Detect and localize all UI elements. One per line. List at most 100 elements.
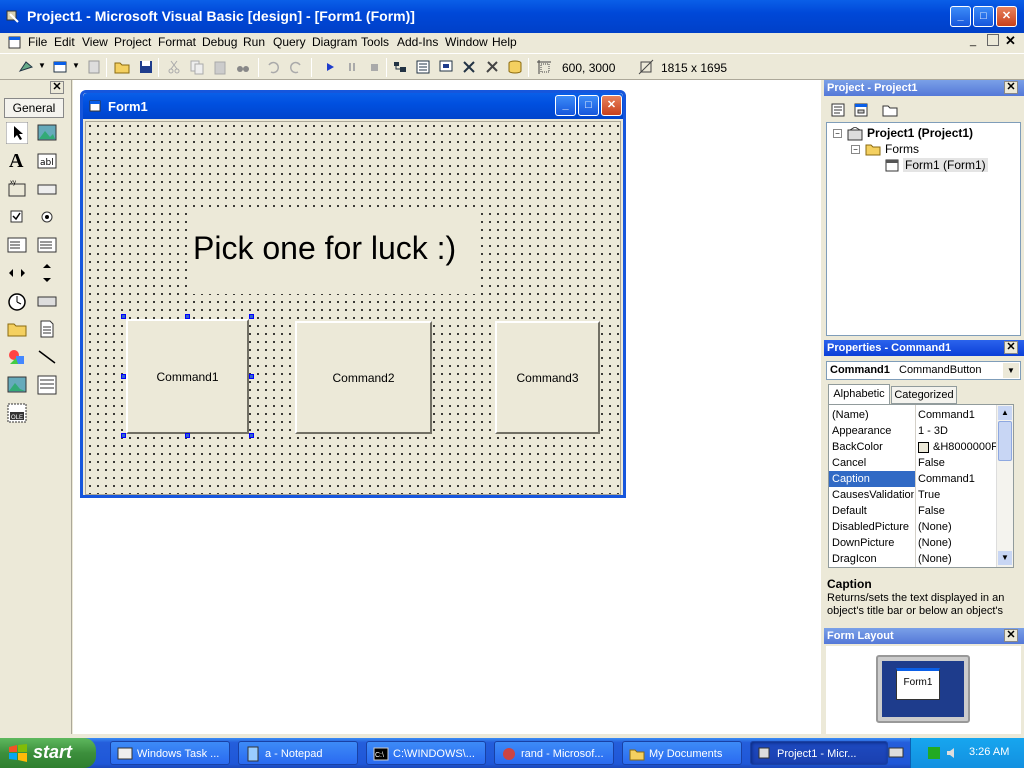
- break-icon[interactable]: [344, 59, 360, 75]
- property-row[interactable]: DownPicture (None): [829, 535, 995, 551]
- view-code-icon[interactable]: [830, 102, 846, 118]
- dropdown-arrow-icon[interactable]: ▼: [38, 61, 46, 70]
- property-row[interactable]: DragIcon (None): [829, 551, 995, 567]
- tab-alphabetic[interactable]: Alphabetic: [828, 384, 890, 404]
- toolbox-close-button[interactable]: ✕: [50, 81, 64, 94]
- combobox-icon[interactable]: [6, 234, 28, 256]
- commandbutton-icon[interactable]: [36, 178, 58, 200]
- pointer-icon[interactable]: [6, 122, 28, 144]
- menu-edit[interactable]: Edit: [54, 35, 75, 49]
- selection-handle[interactable]: [249, 374, 254, 379]
- property-row[interactable]: (Name) Command1: [829, 407, 995, 423]
- form-designer-window[interactable]: Form1 _ □ ✕ Pick one for luck :) Command…: [80, 90, 626, 498]
- mdi-minimize-button[interactable]: _: [970, 35, 976, 47]
- task-my-documents[interactable]: My Documents: [622, 741, 742, 765]
- property-row-selected[interactable]: Caption Command1: [829, 471, 995, 487]
- menu-help[interactable]: Help: [492, 35, 517, 49]
- frame-icon[interactable]: xy: [6, 178, 28, 200]
- keyboard-icon[interactable]: [888, 744, 904, 760]
- object-selector-dropdown[interactable]: Command1 CommandButton ▼: [826, 361, 1021, 380]
- scroll-thumb[interactable]: [998, 421, 1012, 461]
- form-layout-icon[interactable]: [438, 59, 454, 75]
- undo-icon[interactable]: [265, 59, 281, 75]
- redo-icon[interactable]: [288, 59, 304, 75]
- filelistbox-icon[interactable]: [36, 318, 58, 340]
- paste-icon[interactable]: [212, 59, 228, 75]
- cut-icon[interactable]: [166, 59, 182, 75]
- start-icon[interactable]: [322, 59, 338, 75]
- find-icon[interactable]: [235, 59, 251, 75]
- command3-button[interactable]: Command3: [495, 321, 600, 434]
- menu-add-ins[interactable]: Add-Ins: [397, 35, 438, 49]
- start-button[interactable]: start: [0, 738, 96, 768]
- menu-format[interactable]: Format: [158, 35, 196, 49]
- form-layout-preview[interactable]: Form1: [896, 668, 940, 700]
- close-button[interactable]: ✕: [996, 6, 1017, 27]
- optionbutton-icon[interactable]: [36, 206, 58, 228]
- collapse-toggle[interactable]: −: [833, 129, 842, 138]
- property-scrollbar[interactable]: ▲ ▼: [996, 405, 1013, 567]
- selection-handle[interactable]: [185, 433, 190, 438]
- timer-icon[interactable]: [6, 290, 28, 312]
- menu-view[interactable]: View: [82, 35, 108, 49]
- property-row[interactable]: DisabledPicture (None): [829, 519, 995, 535]
- mdi-restore-button[interactable]: [987, 34, 999, 46]
- task-notepad[interactable]: a - Notepad: [238, 741, 358, 765]
- menu-debug[interactable]: Debug: [202, 35, 237, 49]
- toolbox-icon[interactable]: [484, 59, 500, 75]
- toggle-folders-icon[interactable]: [882, 102, 898, 118]
- selection-handle[interactable]: [249, 314, 254, 319]
- minimize-button[interactable]: _: [950, 6, 971, 27]
- add-form-icon[interactable]: [52, 59, 68, 75]
- add-project-icon[interactable]: [18, 59, 34, 75]
- checkbox-icon[interactable]: [6, 206, 28, 228]
- line-icon[interactable]: [36, 346, 58, 368]
- tab-categorized[interactable]: Categorized: [891, 386, 957, 404]
- end-icon[interactable]: [366, 59, 382, 75]
- mdi-close-button[interactable]: ✕: [1005, 33, 1016, 49]
- selection-handle[interactable]: [249, 433, 254, 438]
- form-minimize-button[interactable]: _: [555, 95, 576, 116]
- property-row[interactable]: Default False: [829, 503, 995, 519]
- textbox-icon[interactable]: abl: [36, 150, 58, 172]
- copy-icon[interactable]: [189, 59, 205, 75]
- task-rand[interactable]: rand - Microsof...: [494, 741, 614, 765]
- project-explorer-icon[interactable]: [392, 59, 408, 75]
- listbox-icon[interactable]: [36, 234, 58, 256]
- maximize-button[interactable]: □: [973, 6, 994, 27]
- volume-icon[interactable]: [945, 746, 959, 760]
- property-row[interactable]: BackColor &H8000000F: [829, 439, 998, 455]
- project-pane-close-button[interactable]: ✕: [1004, 81, 1018, 94]
- data-view-icon[interactable]: [507, 59, 523, 75]
- properties-window-icon[interactable]: [415, 59, 431, 75]
- data-icon[interactable]: [36, 374, 58, 396]
- menu-project[interactable]: Project: [114, 35, 151, 49]
- form-title-bar[interactable]: Form1 _ □ ✕: [83, 93, 623, 119]
- picturebox-icon[interactable]: [36, 122, 58, 144]
- forms-folder-node[interactable]: Forms: [885, 142, 919, 156]
- network-icon[interactable]: [927, 746, 941, 760]
- selection-handle[interactable]: [121, 314, 126, 319]
- form-layout-close-button[interactable]: ✕: [1004, 629, 1018, 642]
- chevron-down-icon[interactable]: ▼: [1003, 363, 1019, 378]
- command1-button[interactable]: Command1: [126, 319, 249, 434]
- property-row[interactable]: Appearance 1 - 3D: [829, 423, 995, 439]
- form1-node[interactable]: Form1 (Form1): [903, 158, 988, 172]
- form-close-button[interactable]: ✕: [601, 95, 622, 116]
- dropdown-arrow-icon[interactable]: ▼: [72, 61, 80, 70]
- toolbox-tab-general[interactable]: General: [4, 98, 64, 118]
- vscrollbar-icon[interactable]: [36, 262, 58, 284]
- menu-window[interactable]: Window: [445, 35, 488, 49]
- selection-handle[interactable]: [121, 433, 126, 438]
- object-browser-icon[interactable]: [461, 59, 477, 75]
- collapse-toggle[interactable]: −: [851, 145, 860, 154]
- dirlistbox-icon[interactable]: [6, 318, 28, 340]
- open-folder-icon[interactable]: [114, 59, 130, 75]
- form-canvas[interactable]: Pick one for luck :) Command1 Command2 C…: [85, 121, 621, 495]
- shape-icon[interactable]: [6, 346, 28, 368]
- save-icon[interactable]: [138, 59, 154, 75]
- command2-button[interactable]: Command2: [295, 321, 432, 434]
- label-control[interactable]: Pick one for luck :): [189, 208, 479, 294]
- clock[interactable]: 3:26 AM: [969, 746, 1009, 758]
- scroll-up-icon[interactable]: ▲: [998, 406, 1012, 420]
